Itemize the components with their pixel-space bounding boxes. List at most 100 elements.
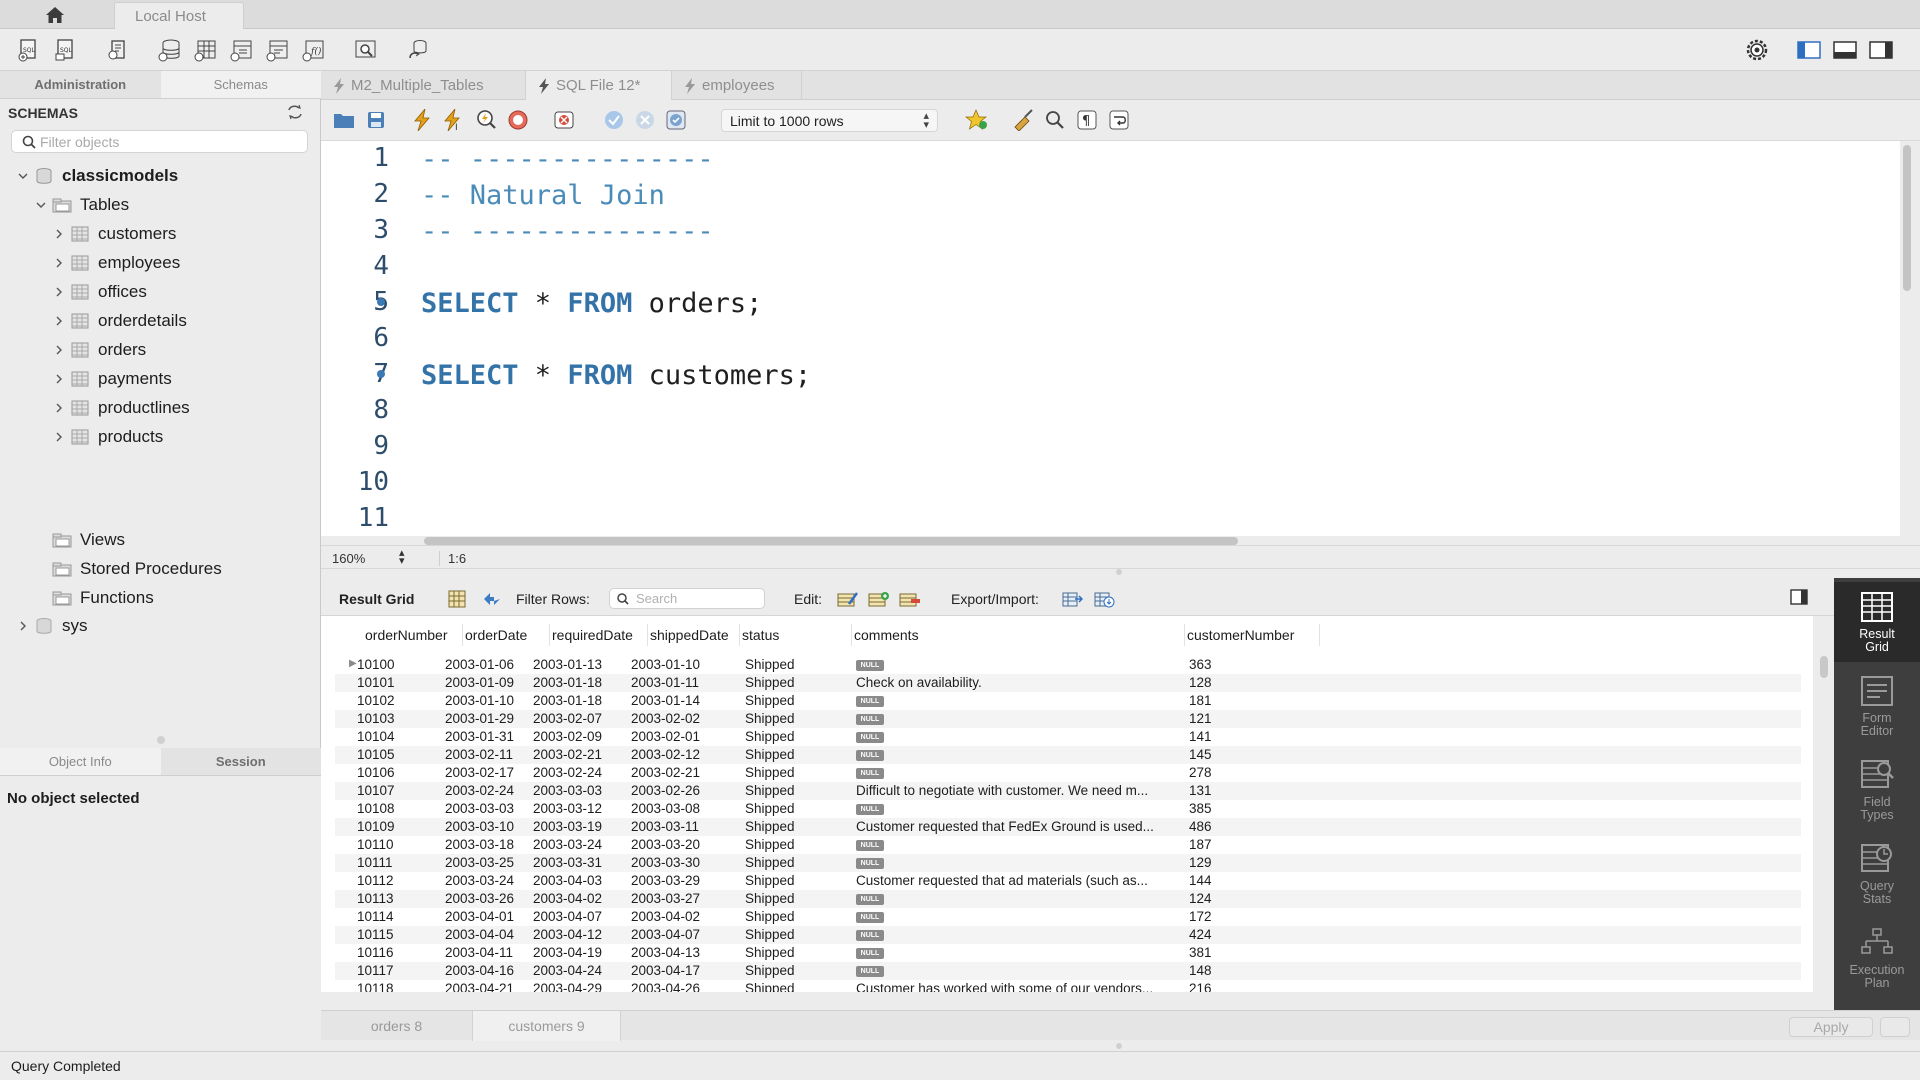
table-cell[interactable]: 2003-04-01 <box>445 909 531 924</box>
tab-m2-multiple-tables[interactable]: M2_Multiple_Tables <box>321 71 526 100</box>
toggle-secondary-sidebar-button[interactable] <box>1867 36 1895 64</box>
table-cell[interactable]: 2003-01-14 <box>631 693 721 708</box>
table-cell[interactable]: 2003-02-11 <box>445 747 531 762</box>
tree-table-offices[interactable]: offices <box>52 279 147 305</box>
new-sql-tab-button[interactable]: SQL <box>15 36 43 64</box>
table-cell[interactable]: 385 <box>1189 801 1309 816</box>
table-cell[interactable]: 144 <box>1189 873 1309 888</box>
table-cell[interactable]: Check on availability. <box>856 675 1186 690</box>
open-sql-file-button[interactable]: SQL <box>52 36 80 64</box>
table-cell[interactable]: 10113 <box>357 891 452 906</box>
tree-schema-sys[interactable]: sys <box>16 613 88 639</box>
table-cell[interactable]: 172 <box>1189 909 1309 924</box>
table-cell[interactable]: Shipped <box>745 945 845 960</box>
table-cell[interactable]: NULL <box>856 945 1186 962</box>
table-cell[interactable]: 2003-03-10 <box>445 819 531 834</box>
table-row[interactable]: 10112 2003-03-24 2003-04-03 2003-03-29 Shipp… <box>335 872 1801 890</box>
column-header-customernumber[interactable]: customerNumber <box>1187 627 1294 643</box>
table-row[interactable]: 10113 2003-03-26 2003-04-02 2003-03-27 Shipp… <box>335 890 1801 908</box>
table-row[interactable]: 10100 2003-01-06 2003-01-13 2003-01-10 Shipp… <box>335 656 1801 674</box>
table-cell[interactable]: Customer has worked with some of our ven… <box>856 981 1186 992</box>
table-cell[interactable]: Shipped <box>745 801 845 816</box>
table-cell[interactable]: 2003-01-18 <box>533 693 629 708</box>
toggle-error-button[interactable] <box>551 107 577 133</box>
editor-vertical-scrollbar[interactable] <box>1903 145 1911 291</box>
table-cell[interactable]: 2003-04-02 <box>631 909 721 924</box>
insert-row-button[interactable] <box>868 589 890 609</box>
table-cell[interactable]: 2003-02-07 <box>533 711 629 726</box>
commit-button[interactable] <box>601 107 627 133</box>
table-cell[interactable]: 2003-04-13 <box>631 945 721 960</box>
connection-tab[interactable]: Local Host <box>114 2 244 29</box>
table-cell[interactable]: 2003-04-02 <box>533 891 629 906</box>
table-row[interactable]: 10103 2003-01-29 2003-02-07 2003-02-02 Shipp… <box>335 710 1801 728</box>
apply-button[interactable]: Apply <box>1789 1017 1873 1037</box>
table-row[interactable]: 10105 2003-02-11 2003-02-21 2003-02-12 Shipp… <box>335 746 1801 764</box>
table-cell[interactable]: 2003-01-18 <box>533 675 629 690</box>
chevron-right-icon[interactable] <box>52 430 66 444</box>
tab-administration[interactable]: Administration <box>0 71 161 99</box>
table-cell[interactable]: 216 <box>1189 981 1309 992</box>
create-table-button[interactable] <box>192 36 220 64</box>
table-cell[interactable]: 2003-04-11 <box>445 945 531 960</box>
table-cell[interactable]: 131 <box>1189 783 1309 798</box>
table-cell[interactable]: Shipped <box>745 657 845 672</box>
table-cell[interactable]: 10106 <box>357 765 452 780</box>
table-cell[interactable]: Shipped <box>745 693 845 708</box>
table-cell[interactable]: Shipped <box>745 765 845 780</box>
chevron-right-icon[interactable] <box>52 372 66 386</box>
table-cell[interactable]: NULL <box>856 693 1186 710</box>
table-cell[interactable]: 2003-04-19 <box>533 945 629 960</box>
create-procedure-button[interactable] <box>264 36 292 64</box>
tree-functions[interactable]: Functions <box>52 585 154 611</box>
tree-table-orderdetails[interactable]: orderdetails <box>52 308 187 334</box>
tree-stored-procedures[interactable]: Stored Procedures <box>52 556 222 582</box>
table-cell[interactable]: 148 <box>1189 963 1309 978</box>
editor-result-splitter[interactable] <box>1116 569 1122 575</box>
table-cell[interactable]: 363 <box>1189 657 1309 672</box>
table-cell[interactable]: 10103 <box>357 711 452 726</box>
table-cell[interactable]: 2003-03-26 <box>445 891 531 906</box>
table-cell[interactable]: 2003-03-27 <box>631 891 721 906</box>
table-row[interactable]: 10109 2003-03-10 2003-03-19 2003-03-11 Shipp… <box>335 818 1801 836</box>
table-cell[interactable]: 2003-02-09 <box>533 729 629 744</box>
table-cell[interactable]: 2003-02-26 <box>631 783 721 798</box>
table-cell[interactable]: Shipped <box>745 873 845 888</box>
explain-button[interactable] <box>473 107 499 133</box>
table-cell[interactable]: 2003-02-24 <box>533 765 629 780</box>
table-cell[interactable]: NULL <box>856 765 1186 782</box>
beautify-button[interactable] <box>1010 107 1036 133</box>
column-header-comments[interactable]: comments <box>854 627 919 643</box>
table-cell[interactable]: Shipped <box>745 963 845 978</box>
chevron-right-icon[interactable] <box>52 256 66 270</box>
limit-rows-select[interactable]: Limit to 1000 rows ▴ ▾ <box>721 109 938 132</box>
table-cell[interactable]: 2003-03-03 <box>533 783 629 798</box>
schemas-refresh-button[interactable] <box>287 104 305 122</box>
table-cell[interactable]: Shipped <box>745 747 845 762</box>
table-cell[interactable]: 2003-04-26 <box>631 981 721 992</box>
table-cell[interactable]: 2003-03-24 <box>533 837 629 852</box>
table-cell[interactable]: 2003-03-20 <box>631 837 721 852</box>
table-cell[interactable]: 10108 <box>357 801 452 816</box>
table-cell[interactable]: 10105 <box>357 747 452 762</box>
table-cell[interactable]: 2003-01-29 <box>445 711 531 726</box>
table-cell[interactable]: 10109 <box>357 819 452 834</box>
refresh-results-button[interactable] <box>481 589 503 609</box>
table-cell[interactable]: 278 <box>1189 765 1309 780</box>
table-cell[interactable]: 2003-04-12 <box>533 927 629 942</box>
tree-table-productlines[interactable]: productlines <box>52 395 190 421</box>
table-cell[interactable]: NULL <box>856 927 1186 944</box>
table-cell[interactable]: 10116 <box>357 945 452 960</box>
table-cell[interactable]: NULL <box>856 837 1186 854</box>
table-cell[interactable]: 141 <box>1189 729 1309 744</box>
open-script-button[interactable] <box>331 107 357 133</box>
column-header-shippeddate[interactable]: shippedDate <box>650 627 729 643</box>
tab-object-info[interactable]: Object Info <box>0 748 161 776</box>
execute-current-button[interactable]: I <box>441 107 467 133</box>
table-cell[interactable]: 2003-04-24 <box>533 963 629 978</box>
table-cell[interactable]: 2003-03-24 <box>445 873 531 888</box>
table-cell[interactable]: 10112 <box>357 873 452 888</box>
table-cell[interactable]: 2003-01-10 <box>631 657 721 672</box>
table-row[interactable]: 10114 2003-04-01 2003-04-07 2003-04-02 Shipp… <box>335 908 1801 926</box>
table-row[interactable]: 10118 2003-04-21 2003-04-29 2003-04-26 Shipp… <box>335 980 1801 992</box>
